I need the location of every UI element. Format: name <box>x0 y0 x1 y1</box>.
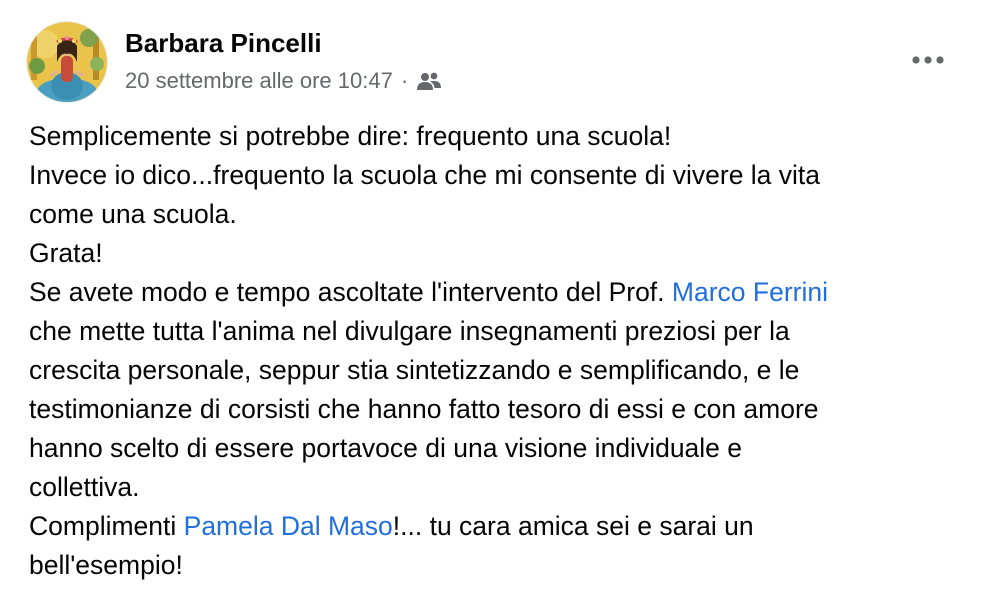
post-timestamp[interactable]: 20 settembre alle ore 10:47 <box>125 68 393 94</box>
post-line: testimonianze di corsisti che hanno fatt… <box>29 394 819 424</box>
post-line: come una scuola. <box>29 199 237 229</box>
post-line: che mette tutta l'anima nel divulgare in… <box>29 316 790 346</box>
post-line: collettiva. <box>29 472 140 502</box>
post-line: Complimenti Pamela Dal Maso!... tu cara … <box>29 507 969 546</box>
meta-separator: · <box>400 68 409 93</box>
post-line: Semplicemente si potrebbe dire: frequent… <box>29 121 672 151</box>
friends-icon[interactable] <box>416 71 442 93</box>
more-options-button[interactable] <box>904 42 952 78</box>
post-text-segment: Se avete modo e tempo ascoltate l'interv… <box>29 277 672 307</box>
post-line: Grata! <box>29 238 103 268</box>
more-options-icon <box>912 56 944 64</box>
mention-link-pamela-dal-maso[interactable]: Pamela Dal Maso <box>184 511 393 541</box>
author-avatar[interactable] <box>27 22 107 102</box>
post-text-segment: Complimenti <box>29 511 184 541</box>
post-line: hanno scelto di essere portavoce di una … <box>29 433 743 463</box>
post-line: crescita personale, seppur stia sintetiz… <box>29 355 800 385</box>
post-card: Barbara Pincelli 20 settembre alle ore 1… <box>0 0 992 612</box>
author-name[interactable]: Barbara Pincelli <box>125 28 322 59</box>
post-meta: 20 settembre alle ore 10:47 · <box>125 68 442 94</box>
post-line: Invece io dico...frequento la scuola che… <box>29 160 821 190</box>
post-line: bell'esempio! <box>29 550 183 580</box>
post-text-segment: !... tu cara amica sei e sarai un <box>392 511 754 541</box>
post-body: Semplicemente si potrebbe dire: frequent… <box>29 117 969 585</box>
avatar-image <box>27 22 107 102</box>
post-line: Se avete modo e tempo ascoltate l'interv… <box>29 273 969 312</box>
mention-link-marco-ferrini[interactable]: Marco Ferrini <box>672 277 828 307</box>
